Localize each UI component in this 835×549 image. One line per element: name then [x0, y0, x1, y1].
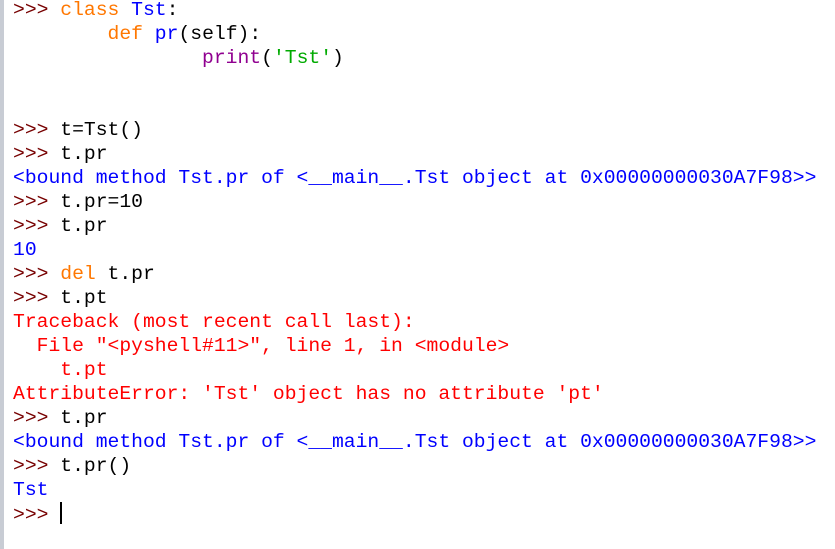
- stdin-text: [13, 47, 202, 69]
- stdin-text: t=Tst(): [60, 119, 143, 141]
- string-text: 'Tst': [272, 47, 333, 69]
- keyword-text: class: [60, 0, 120, 21]
- shell-line: <bound method Tst.pr of <__main__.Tst ob…: [13, 166, 835, 190]
- shell-line: >>> class Tst:: [13, 0, 835, 22]
- prompt-text: >>>: [13, 407, 61, 429]
- shell-line: >>> t=Tst(): [13, 118, 835, 142]
- shell-line: Traceback (most recent call last):: [13, 310, 835, 334]
- stdout-text: <bound method Tst.pr of <__main__.Tst ob…: [13, 167, 817, 189]
- stdin-text: (self):: [178, 23, 262, 45]
- shell-line: >>> t.pt: [13, 286, 835, 310]
- shell-line: >>> t.pr: [13, 406, 835, 430]
- keyword-text: del: [60, 263, 96, 285]
- stderr-text: AttributeError: 'Tst' object has no attr…: [13, 383, 604, 405]
- shell-line: t.pt: [13, 358, 835, 382]
- stdout-text: 10: [13, 239, 37, 261]
- shell-line: >>> t.pr: [13, 142, 835, 166]
- stdin-text: t.pr(): [60, 455, 132, 477]
- python-shell-text-area[interactable]: >>> class Tst: def pr(self): print('Tst'…: [13, 0, 835, 549]
- definition-text: Tst: [131, 0, 167, 21]
- stdin-text: t.pr=10: [60, 191, 143, 213]
- stdin-text: :: [166, 0, 179, 21]
- prompt-text: >>>: [13, 504, 61, 526]
- prompt-text: >>>: [13, 143, 61, 165]
- stdin-text: t.pr: [60, 407, 108, 429]
- prompt-text: >>>: [13, 191, 61, 213]
- stdin-text: t.pt: [60, 287, 108, 309]
- shell-line: >>> del t.pr: [13, 262, 835, 286]
- stdin-text: [119, 0, 131, 21]
- definition-text: pr: [154, 23, 179, 45]
- shell-line: AttributeError: 'Tst' object has no attr…: [13, 382, 835, 406]
- shell-line: File "<pyshell#11>", line 1, in <module>: [13, 334, 835, 358]
- shell-line: >>> t.pr: [13, 214, 835, 238]
- shell-line: <bound method Tst.pr of <__main__.Tst ob…: [13, 430, 835, 454]
- shell-line: Tst: [13, 478, 835, 502]
- stderr-text: t.pt: [13, 359, 108, 381]
- prompt-text: >>>: [13, 263, 61, 285]
- stdin-text: t.pr: [95, 263, 155, 285]
- stdout-text: <bound method Tst.pr of <__main__.Tst ob…: [13, 431, 817, 453]
- stderr-text: Traceback (most recent call last):: [13, 311, 415, 333]
- shell-line: >>> t.pr(): [13, 454, 835, 478]
- stdin-text: t.pr: [60, 143, 108, 165]
- prompt-text: >>>: [13, 215, 61, 237]
- shell-line: >>> t.pr=10: [13, 190, 835, 214]
- stdout-text: Tst: [13, 479, 49, 501]
- stdin-text: ): [332, 47, 344, 69]
- stdin-text: (: [261, 47, 273, 69]
- shell-line: 10: [13, 238, 835, 262]
- text-cursor: [60, 502, 63, 524]
- prompt-text: >>>: [13, 455, 61, 477]
- prompt-text: >>>: [13, 287, 61, 309]
- builtin-text: print: [202, 47, 262, 69]
- window-left-border: [0, 0, 4, 549]
- prompt-text: >>>: [13, 0, 61, 21]
- shell-line: >>>: [13, 502, 835, 526]
- shell-line: print('Tst'): [13, 46, 835, 70]
- prompt-text: >>>: [13, 119, 61, 141]
- stderr-text: File "<pyshell#11>", line 1, in <module>: [13, 335, 510, 357]
- stdin-text: t.pr: [60, 215, 108, 237]
- keyword-text: def: [107, 23, 143, 45]
- stdin-text: [143, 23, 155, 45]
- stdin-text: [13, 23, 108, 45]
- shell-line: def pr(self):: [13, 22, 835, 46]
